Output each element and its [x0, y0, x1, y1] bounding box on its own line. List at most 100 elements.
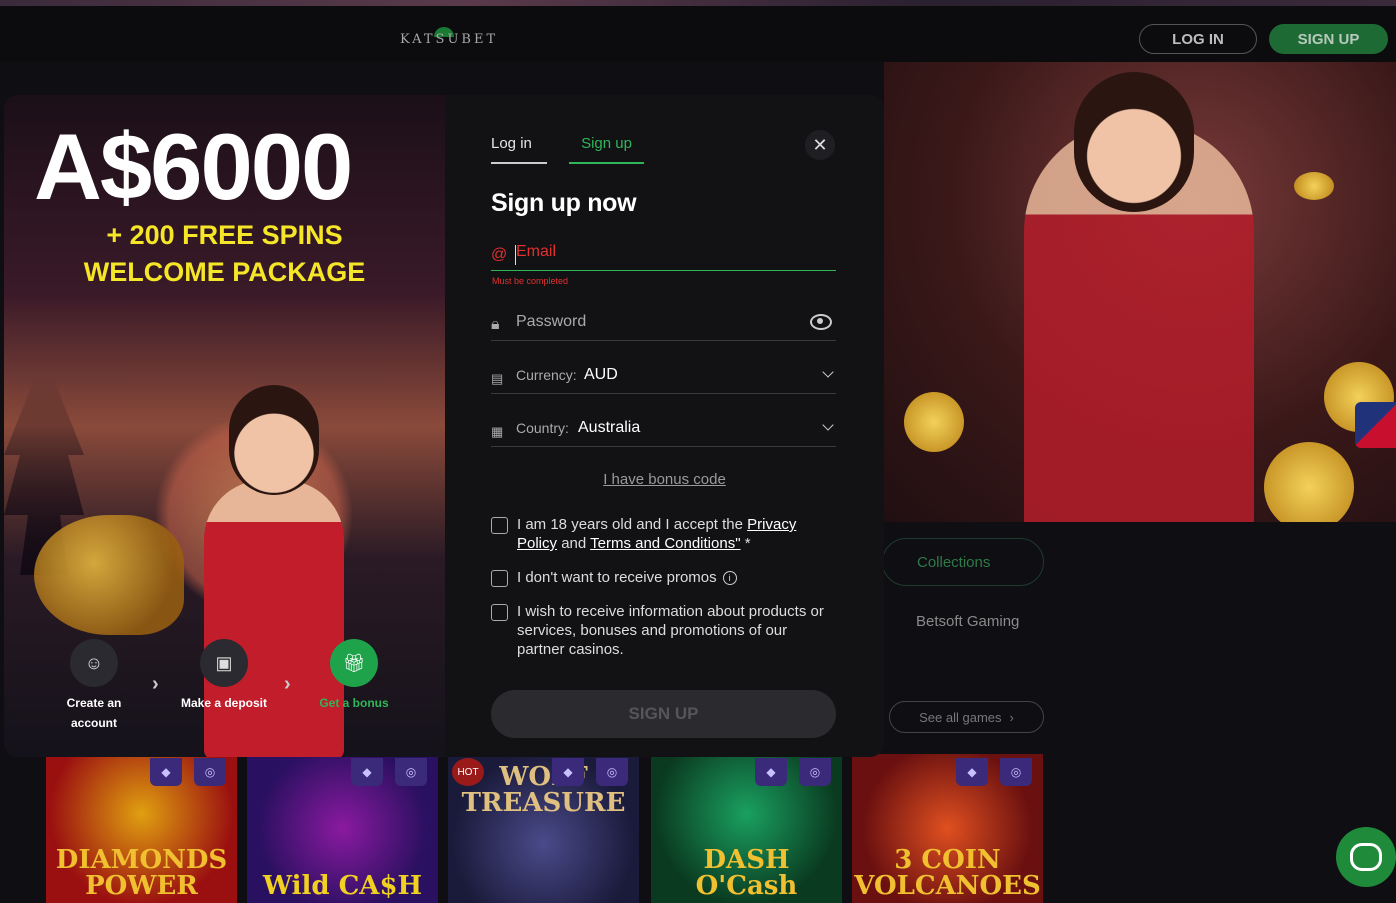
chat-button[interactable]: [1336, 827, 1396, 887]
form-title: Sign up now: [491, 189, 637, 217]
country-value: Australia: [578, 419, 641, 436]
target-icon: ◎: [799, 758, 831, 786]
game-title: DIAMONDS POWER: [55, 845, 228, 901]
currency-label: Currency:: [516, 367, 577, 383]
no-promos-checkbox[interactable]: [491, 570, 508, 587]
password-placeholder: Password: [516, 313, 587, 330]
terms-link[interactable]: Terms and Conditions": [590, 535, 740, 552]
country-select[interactable]: ▦ Country: Australia: [491, 416, 836, 447]
diamond-icon: ◆: [956, 758, 988, 786]
age-terms-checkbox[interactable]: [491, 517, 508, 534]
chevron-right-icon: ›: [1009, 709, 1014, 725]
target-icon: ◎: [1000, 758, 1032, 786]
header-signup-button[interactable]: SIGN UP: [1269, 24, 1388, 54]
email-field[interactable]: @ Email: [491, 240, 836, 271]
hero-character-head: [1074, 72, 1194, 212]
step-label-line: Create an: [66, 696, 122, 710]
bonus-code-text: I have bonus code: [603, 471, 726, 488]
eye-icon[interactable]: [810, 314, 832, 330]
privacy-link-word1: Privacy: [747, 516, 797, 533]
game-tile[interactable]: ◆ ◎ 3 COIN VOLCANOES: [852, 754, 1043, 903]
privacy-link-word2: Policy: [517, 535, 558, 552]
target-icon: ◎: [194, 758, 226, 786]
chevron-down-icon: [822, 419, 834, 431]
bonus-code-link[interactable]: I have bonus code: [445, 471, 884, 488]
see-all-label: See all games: [919, 709, 1002, 725]
game-title: 3 COIN VOLCANOES: [854, 845, 1041, 901]
game-tile[interactable]: ◆ ◎ DIAMONDS POWER: [46, 754, 237, 903]
user-add-icon: ☺: [70, 639, 118, 687]
see-all-games-button[interactable]: See all games ›: [889, 701, 1044, 733]
signup-form-panel: Log in Sign up ✕ Sign up now @ Email Mus…: [445, 95, 884, 757]
close-button[interactable]: ✕: [805, 130, 835, 160]
chat-icon: [1350, 843, 1382, 871]
country-label: Country:: [516, 420, 569, 436]
games-row: ◆ ◎ DIAMONDS POWER ◆ ◎ Wild CA$H HOT ◆ ◎…: [0, 754, 1396, 903]
partner-text: I wish to receive information about prod…: [517, 603, 824, 658]
coin-decoration: [1264, 442, 1354, 522]
site-header: KATSUBET LOG IN SIGN UP: [0, 6, 1396, 62]
email-placeholder: Email: [516, 243, 557, 260]
no-promos-checkbox-row: I don't want to receive promos i: [491, 568, 836, 590]
partner-checkbox-row: I wish to receive information about prod…: [491, 602, 836, 662]
dragon-decoration: [34, 515, 184, 635]
age-text: I am 18 years old and I accept the: [517, 516, 743, 533]
collections-label: Collections: [917, 553, 991, 571]
step-label: Get a bonus: [319, 696, 389, 710]
password-field[interactable]: 🔒︎ Password: [491, 310, 836, 341]
currency-select[interactable]: ▤ Currency: AUD: [491, 363, 836, 394]
coin-decoration: [904, 392, 964, 452]
language-flag-icon[interactable]: [1355, 402, 1396, 448]
age-terms-text: I am 18 years old and I accept the Priva…: [517, 515, 837, 553]
no-promos-text: I don't want to receive promos i: [517, 568, 837, 587]
target-icon: ◎: [395, 758, 427, 786]
character-head: [229, 385, 319, 495]
chevron-down-icon: [822, 366, 834, 378]
site-logo[interactable]: KATSUBET: [400, 32, 498, 47]
collections-dropdown[interactable]: Collections: [882, 538, 1044, 586]
gift-icon: 🎁︎: [330, 639, 378, 687]
chevron-right-icon: ›: [284, 673, 291, 695]
age-terms-checkbox-row: I am 18 years old and I accept the Priva…: [491, 515, 836, 555]
close-icon: ✕: [812, 134, 828, 155]
target-icon: ◎: [596, 758, 628, 786]
provider-item[interactable]: Betsoft Gaming: [916, 613, 1019, 630]
diamond-icon: ◆: [755, 758, 787, 786]
game-tile[interactable]: ◆ ◎ Wild CA$H: [247, 754, 438, 903]
diamond-icon: ◆: [150, 758, 182, 786]
required-asterisk: *: [744, 535, 751, 552]
and-text: and: [561, 535, 587, 552]
game-tile[interactable]: HOT ◆ ◎ WOLF TREASURE: [448, 754, 639, 903]
free-spins-text: + 200 FREE SPINS: [106, 220, 343, 250]
tab-signup[interactable]: Sign up: [569, 135, 644, 164]
currency-icon: ▤: [491, 371, 504, 386]
tab-login[interactable]: Log in: [491, 135, 547, 164]
step-label: Create an account: [44, 693, 144, 733]
bonus-steps: ☺ Create an account › ▣ Make a deposit ›…: [4, 635, 445, 755]
welcome-package-text: WELCOME PACKAGE: [83, 257, 366, 287]
game-title: DASH O'Cash: [695, 845, 798, 901]
email-error: Must be completed: [492, 276, 569, 286]
signup-submit-button[interactable]: SIGN UP: [491, 690, 836, 738]
hot-badge: HOT: [452, 758, 484, 786]
hero-banner[interactable]: [884, 62, 1396, 522]
lock-icon: 🔒︎: [491, 316, 500, 333]
step-label: Make a deposit: [180, 696, 268, 710]
chevron-right-icon: ›: [152, 673, 159, 695]
header-login-button[interactable]: LOG IN: [1139, 24, 1257, 54]
bonus-amount: A$6000: [34, 114, 353, 219]
currency-value: AUD: [584, 366, 618, 383]
promo-panel: A$6000 + 200 FREE SPINS WELCOME PACKAGE …: [4, 95, 445, 757]
building-icon: ▦: [491, 424, 504, 439]
step-label-line: account: [70, 716, 117, 730]
info-icon[interactable]: i: [722, 571, 737, 585]
game-title: Wild CA$H: [262, 871, 423, 901]
partner-checkbox[interactable]: [491, 604, 508, 621]
at-icon: @: [491, 246, 508, 263]
diamond-icon: ◆: [351, 758, 383, 786]
game-tile[interactable]: ◆ ◎ DASH O'Cash: [651, 754, 842, 903]
diamond-icon: ◆: [552, 758, 584, 786]
cash-icon: ▣: [200, 639, 248, 687]
coin-decoration: [1294, 172, 1334, 200]
no-promos-label: I don't want to receive promos: [517, 569, 717, 586]
